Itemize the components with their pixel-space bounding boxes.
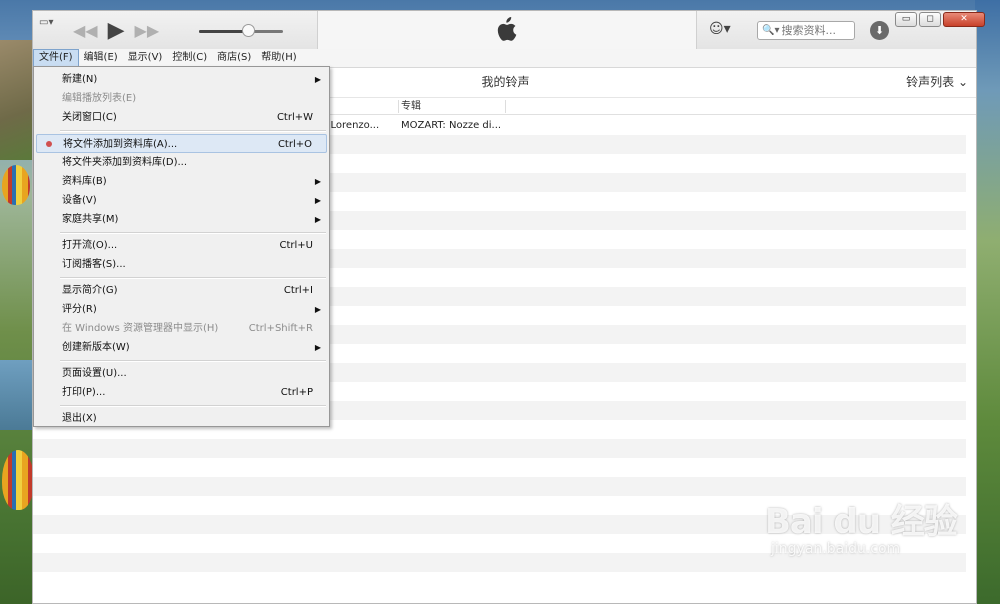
- submenu-arrow-icon: ▶: [314, 343, 321, 352]
- file-menu-item[interactable]: 打开流(O)... Ctrl+U: [36, 236, 327, 255]
- wallpaper-right-edge: [975, 0, 1000, 604]
- file-menu-item[interactable]: 退出(X): [36, 409, 327, 428]
- apple-logo-icon: [497, 17, 517, 41]
- file-menu-item[interactable]: 评分(R) ▶: [36, 300, 327, 319]
- file-menu-item-label: 将文件夹添加到资料库(D)...: [62, 157, 188, 168]
- file-menu-item[interactable]: 将文件添加到资料库(A)... Ctrl+O: [36, 134, 327, 153]
- file-menu-item[interactable]: 打印(P)... Ctrl+P: [36, 383, 327, 402]
- submenu-arrow-icon: ▶: [314, 215, 321, 224]
- column-header-album[interactable]: 专辑: [401, 98, 421, 115]
- file-menu-item-label: 新建(N): [62, 74, 98, 85]
- account-icon[interactable]: ☺▾: [709, 21, 731, 37]
- file-menu-item-label: 编辑播放列表(E): [62, 93, 137, 104]
- file-menu-item-shortcut: Ctrl+P: [280, 387, 313, 398]
- menu-view[interactable]: 显示(V): [123, 49, 168, 67]
- file-menu-item-label: 订阅播客(S)...: [62, 259, 126, 270]
- column-divider: [505, 100, 506, 113]
- file-menu-item: 在 Windows 资源管理器中显示(H) Ctrl+Shift+R: [36, 319, 327, 338]
- file-menu-item-label: 显示简介(G): [62, 285, 118, 296]
- file-menu-item: 编辑播放列表(E): [36, 89, 327, 108]
- file-menu-item[interactable]: 显示简介(G) Ctrl+I: [36, 281, 327, 300]
- download-icon[interactable]: ⬇: [870, 21, 889, 40]
- file-menu-item[interactable]: 订阅播客(S)...: [36, 255, 327, 274]
- wallpaper-lake: [0, 360, 35, 430]
- menu-edit[interactable]: 编辑(E): [79, 49, 123, 67]
- submenu-arrow-icon: ▶: [314, 177, 321, 186]
- file-menu-item[interactable]: 家庭共享(M) ▶: [36, 210, 327, 229]
- table-row: [33, 458, 966, 477]
- selection-dot-icon: [46, 141, 52, 147]
- volume-fill: [199, 30, 248, 33]
- search-box[interactable]: 🔍▾: [757, 21, 855, 40]
- watermark-url: jingyan.baidu.com: [771, 541, 901, 557]
- menu-separator: [60, 232, 326, 234]
- next-track-icon[interactable]: ▶▶: [135, 19, 160, 43]
- volume-knob[interactable]: [241, 24, 255, 37]
- file-menu-item[interactable]: 资料库(B) ▶: [36, 172, 327, 191]
- file-menu-item-label: 打开流(O)...: [62, 240, 118, 251]
- file-menu-item[interactable]: 将文件夹添加到资料库(D)...: [36, 153, 327, 172]
- file-menu-item-label: 页面设置(U)...: [62, 368, 127, 379]
- file-menu-item[interactable]: 关闭窗口(C) Ctrl+W: [36, 108, 327, 127]
- file-menu-item[interactable]: 创建新版本(W) ▶: [36, 338, 327, 357]
- file-menu-item-label: 退出(X): [62, 413, 97, 424]
- view-options-dropdown[interactable]: 铃声列表 ⌄: [906, 73, 968, 90]
- file-menu-item-shortcut: Ctrl+Shift+R: [248, 323, 313, 334]
- menu-separator: [60, 360, 326, 362]
- menu-separator: [60, 405, 326, 407]
- menu-controls[interactable]: 控制(C): [167, 49, 212, 67]
- play-icon[interactable]: ▶: [108, 19, 125, 43]
- file-menu-item-label: 将文件添加到资料库(A)...: [63, 139, 178, 150]
- wallpaper-balloon: [2, 165, 30, 205]
- cell-album: MOZART: Nozze di...: [401, 120, 502, 131]
- title-bar: ▭▾ ◀◀ ▶ ▶▶ ☺▾ 🔍▾ ⬇ ▭ ◻ ✕: [33, 11, 985, 50]
- watermark-brand: Bai du 经验: [765, 502, 958, 542]
- close-button[interactable]: ✕: [943, 12, 985, 27]
- file-menu-item-shortcut: Ctrl+U: [279, 240, 314, 251]
- file-menu-item-label: 设备(V): [62, 195, 97, 206]
- page-title: 我的铃声: [481, 75, 530, 89]
- submenu-arrow-icon: ▶: [314, 75, 321, 84]
- submenu-arrow-icon: ▶: [314, 196, 321, 205]
- volume-slider[interactable]: [199, 24, 283, 37]
- submenu-arrow-icon: ▶: [314, 305, 321, 314]
- now-playing-display: [317, 11, 697, 49]
- file-menu-dropdown: 新建(N) ▶ 编辑播放列表(E) 关闭窗口(C) Ctrl+W 将文件添加到资料库(A)…: [33, 66, 330, 427]
- transport-controls: ◀◀ ▶ ▶▶: [73, 19, 159, 43]
- minimize-button[interactable]: ▭: [895, 12, 917, 27]
- window-controls: ▭ ◻ ✕: [895, 12, 985, 27]
- file-menu-item[interactable]: 设备(V) ▶: [36, 191, 327, 210]
- search-input[interactable]: [781, 24, 850, 37]
- file-menu-item-label: 评分(R): [62, 304, 97, 315]
- search-icon: 🔍▾: [762, 25, 780, 36]
- table-row: [33, 439, 966, 458]
- file-menu-item-shortcut: Ctrl+W: [276, 112, 313, 123]
- wallpaper-balloon: [2, 450, 34, 510]
- menu-help[interactable]: 帮助(H): [256, 49, 301, 67]
- file-menu-item-label: 关闭窗口(C): [62, 112, 117, 123]
- watermark: Bai du 经验 jingyan.baidu.com: [765, 494, 965, 584]
- column-divider: [398, 100, 399, 113]
- maximize-button[interactable]: ◻: [919, 12, 941, 27]
- file-menu-item-label: 资料库(B): [62, 176, 107, 187]
- file-menu-item-label: 创建新版本(W): [62, 342, 130, 353]
- file-menu-item-shortcut: Ctrl+O: [277, 139, 312, 150]
- previous-track-icon[interactable]: ◀◀: [73, 19, 98, 43]
- file-menu-item-label: 打印(P)...: [62, 387, 106, 398]
- menu-file[interactable]: 文件(F): [33, 49, 79, 67]
- file-menu-item[interactable]: 新建(N) ▶: [36, 70, 327, 89]
- file-menu-item-label: 家庭共享(M): [62, 214, 119, 225]
- file-menu-item-shortcut: Ctrl+I: [283, 285, 313, 296]
- menu-separator: [60, 130, 326, 132]
- menu-store[interactable]: 商店(S): [212, 49, 256, 67]
- sidebar-toggle-icon[interactable]: ▭▾: [39, 16, 59, 30]
- menu-separator: [60, 277, 326, 279]
- file-menu-item-label: 在 Windows 资源管理器中显示(H): [62, 323, 219, 334]
- file-menu-item[interactable]: 页面设置(U)...: [36, 364, 327, 383]
